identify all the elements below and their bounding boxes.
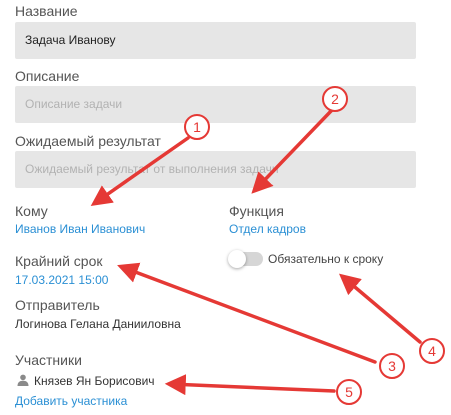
description-label: Описание — [15, 68, 80, 84]
marker-4-circle — [419, 338, 445, 364]
participants-label: Участники — [15, 352, 82, 368]
deadline-label: Крайний срок — [15, 253, 103, 269]
user-icon — [17, 374, 29, 386]
expected-result-input[interactable] — [15, 151, 416, 188]
marker-5-circle — [336, 379, 362, 405]
strict-deadline-toggle[interactable] — [228, 250, 263, 268]
add-participant-link[interactable]: Добавить участника — [15, 394, 127, 408]
name-input[interactable] — [15, 22, 416, 59]
function-label: Функция — [229, 203, 284, 219]
arrow-4 — [338, 273, 422, 344]
toggle-knob — [228, 250, 246, 268]
description-input[interactable] — [15, 86, 416, 123]
to-assignee-link[interactable]: Иванов Иван Иванович — [15, 222, 145, 236]
participant-item[interactable]: Князев Ян Борисович — [34, 374, 155, 388]
deadline-link[interactable]: 17.03.2021 15:00 — [15, 273, 108, 287]
marker-5-number: 5 — [345, 384, 353, 400]
marker-4-number: 4 — [428, 343, 436, 359]
arrow-5 — [164, 374, 336, 396]
marker-3-number: 3 — [388, 358, 396, 374]
arrow-3 — [117, 262, 377, 364]
function-link[interactable]: Отдел кадров — [229, 222, 306, 236]
name-label: Название — [15, 3, 78, 19]
marker-3-circle — [379, 353, 405, 379]
to-label: Кому — [15, 203, 48, 219]
sender-value: Логинова Гелана Данииловна — [15, 317, 181, 331]
strict-deadline-label: Обязательно к сроку — [268, 252, 384, 266]
sender-label: Отправитель — [15, 297, 100, 313]
expected-result-label: Ожидаемый результат — [15, 133, 161, 149]
